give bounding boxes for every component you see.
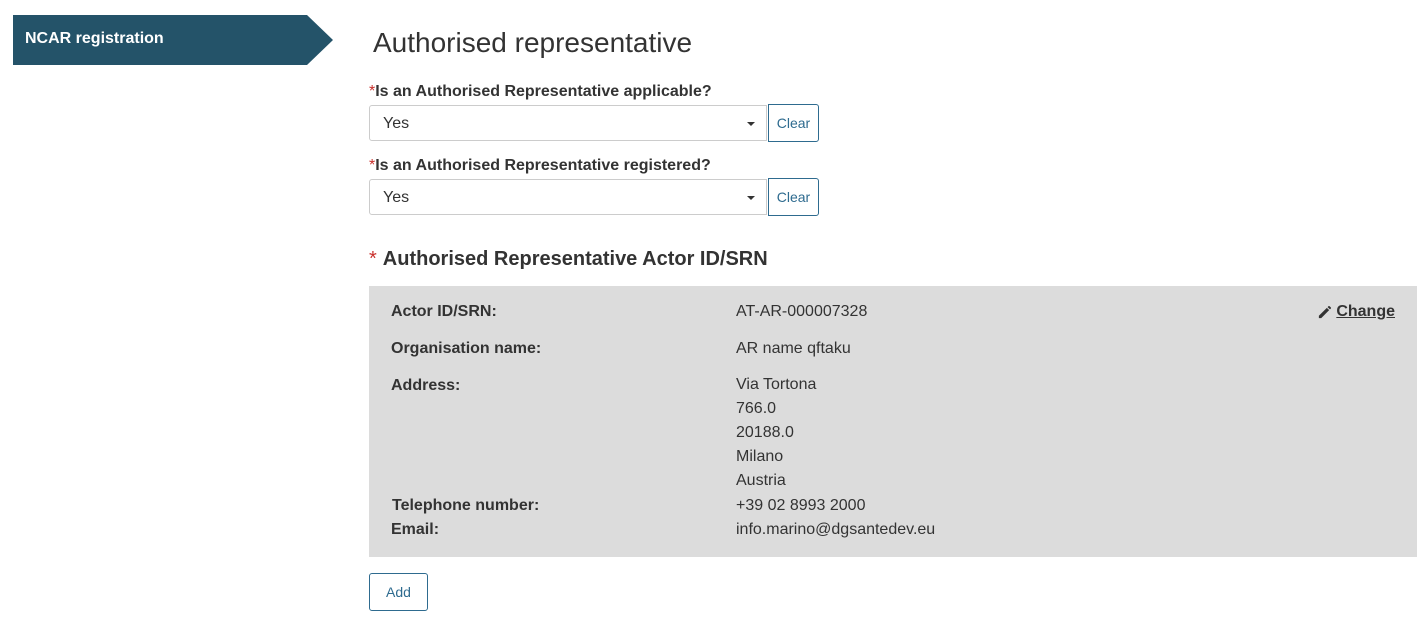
page-title: Authorised representative <box>373 27 693 58</box>
actor-id-value: AT-AR-000007328 <box>736 303 868 320</box>
registered-select-value: Yes <box>383 189 410 206</box>
address-line: 766.0 <box>736 400 777 417</box>
registered-clear-button[interactable]: Clear <box>768 178 819 216</box>
registered-select[interactable]: Yes <box>369 179 767 215</box>
nav-step-arrow <box>307 15 333 65</box>
applicable-field-label: *Is an Authorised Representative applica… <box>369 83 712 101</box>
chevron-down-icon <box>747 196 755 200</box>
actor-section-heading: * Authorised Representative Actor ID/SRN <box>369 248 768 271</box>
required-marker: * <box>369 248 377 270</box>
address-line: 20188.0 <box>736 424 794 441</box>
address-line: Milano <box>736 448 784 465</box>
telephone-value: +39 02 8993 2000 <box>736 497 866 514</box>
change-link[interactable]: Change <box>1317 303 1395 321</box>
actor-section-heading-text: Authorised Representative Actor ID/SRN <box>382 248 768 270</box>
nav-step-ncar-registration[interactable]: NCAR registration <box>13 15 333 65</box>
chevron-down-icon <box>747 122 755 126</box>
nav-step-label: NCAR registration <box>25 30 164 47</box>
applicable-field-label-text: Is an Authorised Representative applicab… <box>375 83 712 100</box>
applicable-select-value: Yes <box>383 115 410 132</box>
email-value: info.marino@dgsantedev.eu <box>736 521 936 538</box>
change-link-label: Change <box>1336 303 1395 320</box>
organisation-name-label: Organisation name: <box>391 340 542 357</box>
add-button[interactable]: Add <box>369 573 428 611</box>
address-line: Austria <box>736 472 786 489</box>
registered-field-label-text: Is an Authorised Representative register… <box>375 157 711 174</box>
address-value: Via Tortona 766.0 20188.0 Milano Austria <box>736 373 816 493</box>
applicable-select[interactable]: Yes <box>369 105 767 141</box>
actor-details-panel: Actor ID/SRN: AT-AR-000007328 Change Org… <box>369 286 1417 557</box>
pencil-icon <box>1319 305 1332 318</box>
address-line: Via Tortona <box>736 376 817 393</box>
actor-id-label: Actor ID/SRN: <box>391 303 497 320</box>
organisation-name-value: AR name qftaku <box>736 340 851 357</box>
registered-field-label: *Is an Authorised Representative registe… <box>369 157 711 175</box>
telephone-label: Telephone number: <box>392 497 540 514</box>
email-label: Email: <box>391 521 440 538</box>
address-label: Address: <box>391 377 461 394</box>
applicable-clear-button[interactable]: Clear <box>768 104 819 142</box>
